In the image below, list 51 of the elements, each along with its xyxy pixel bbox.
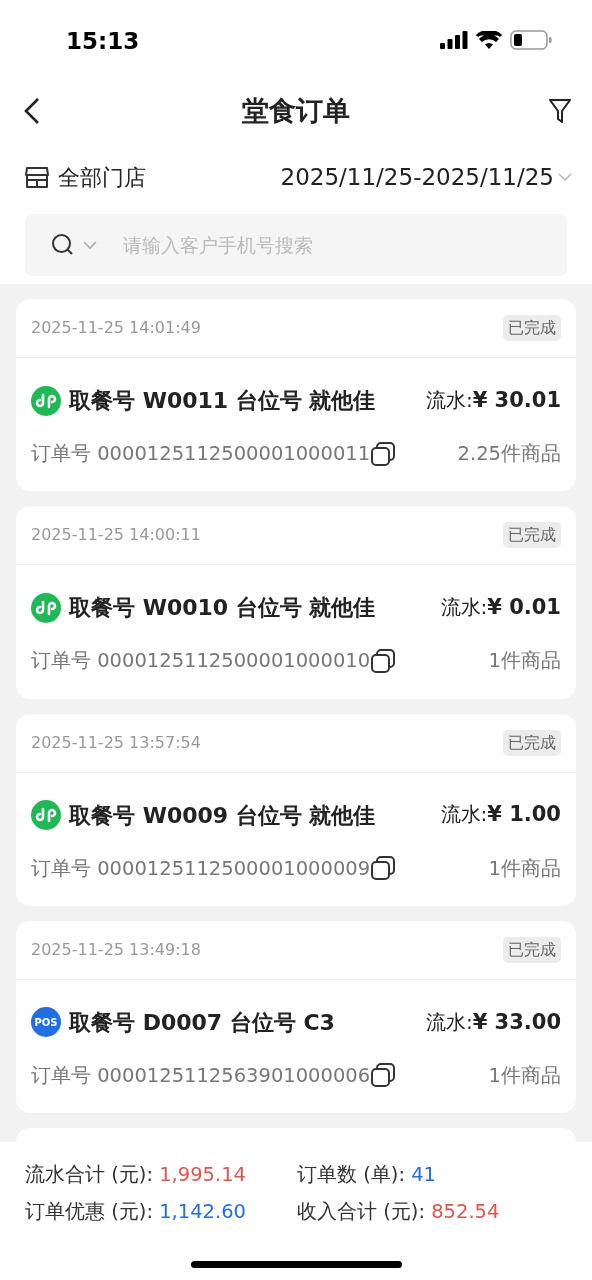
clock: 15:13 [66, 27, 140, 56]
order-card[interactable]: 2025-11-25 14:00:11 已完成 取餐号 W0010 台位号 就他佳 流水:¥ 0.01 订单号 0000125112500001000010 1件商品 [16, 506, 576, 699]
order-time: 2025-11-25 14:00:11 [31, 524, 201, 547]
order-card[interactable]: 2025-11-25 13:49:18 已完成 POS 取餐号 D0007 台位号 C3 流水:¥ 33.00 订单号 0000125112563901000006 1件商品 [16, 920, 576, 1113]
store-selector[interactable]: 全部门店 [58, 160, 146, 194]
wifi-icon [476, 30, 502, 50]
pickup-info: 取餐号 W0009 台位号 就他佳 [69, 801, 376, 830]
chevron-down-icon [558, 172, 572, 182]
item-count: 2.25件商品 [457, 441, 561, 467]
item-count: 1件商品 [488, 1062, 561, 1089]
summary-stat: 订单数 (单): 41 [297, 1162, 437, 1188]
order-time: 2025-11-25 14:01:49 [31, 317, 201, 339]
page-title: 堂食订单 [242, 93, 350, 128]
order-time: 2025-11-25 13:49:18 [31, 938, 201, 961]
battery-icon [510, 30, 552, 50]
order-card[interactable]: 2025-11-25 13:57:54 已完成 取餐号 W0009 台位号 就他佳 流水:¥ 1.00 订单号 0000125112500001000009 1件商品 [16, 713, 576, 906]
search-field[interactable]: 请输入客户手机号搜索 [121, 229, 541, 261]
amount: 流水:¥ 30.01 [425, 386, 561, 414]
filter-icon[interactable] [548, 97, 572, 125]
order-time: 2025-11-25 13:57:54 [31, 731, 201, 754]
copy-icon[interactable] [370, 855, 397, 882]
item-count: 1件商品 [488, 855, 561, 882]
amount: 流水:¥ 0.01 [440, 594, 561, 621]
order-number: 订单号 0000125112500001000010 [31, 648, 371, 675]
copy-icon[interactable] [370, 647, 397, 674]
chevron-down-icon [83, 240, 97, 250]
signal-icon [440, 31, 468, 49]
store-icon [24, 164, 50, 190]
pickup-info: 取餐号 W0011 台位号 就他佳 [69, 387, 376, 415]
copy-icon[interactable] [370, 440, 397, 467]
order-number: 订单号 0000125112500001000009 [31, 855, 371, 882]
status-badge: 已完成 [503, 315, 561, 341]
search-icon [51, 233, 75, 257]
date-range-selector[interactable]: 2025/11/25-2025/11/25 [280, 159, 554, 195]
order-card[interactable]: 2025-11-25 14:01:49 已完成 取餐号 W0011 台位号 就他佳 流水:¥ 30.01 订单号 0000125112500001000011 2.25件商品 [16, 299, 576, 492]
pickup-info: 取餐号 D0007 台位号 C3 [69, 1008, 335, 1037]
summary-stat: 流水合计 (元): 1,995.14 [25, 1162, 248, 1188]
status-badge: 已完成 [503, 936, 561, 963]
status-badge: 已完成 [503, 729, 561, 756]
copy-icon[interactable] [370, 1062, 397, 1089]
amount: 流水:¥ 33.00 [425, 1008, 561, 1036]
summary-stat: 订单优惠 (元): 1,142.60 [25, 1199, 248, 1226]
summary-stat: 收入合计 (元): 852.54 [297, 1199, 501, 1226]
pos-icon: POS [31, 1007, 61, 1038]
order-number: 订单号 0000125112563901000006 [31, 1062, 371, 1089]
search-bar[interactable]: 请输入客户手机号搜索 [25, 214, 567, 276]
order-number: 订单号 0000125112500001000011 [31, 441, 371, 467]
pickup-info: 取餐号 W0010 台位号 就他佳 [69, 594, 376, 623]
status-badge: 已完成 [503, 522, 561, 549]
item-count: 1件商品 [488, 648, 561, 675]
amount: 流水:¥ 1.00 [440, 801, 561, 829]
